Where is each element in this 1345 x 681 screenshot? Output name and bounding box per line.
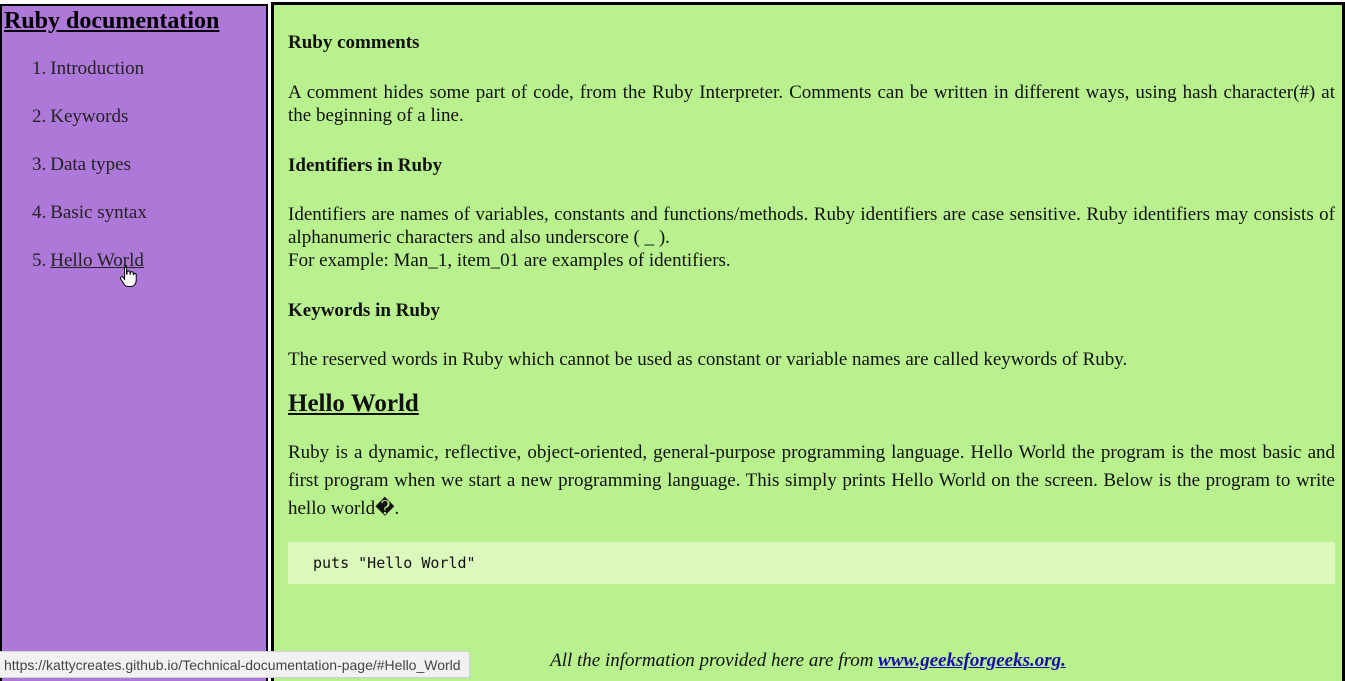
nav-link-data-types[interactable]: Data types <box>50 154 131 175</box>
nav-item-data-types[interactable]: 3. Data types <box>32 154 131 176</box>
identifiers-example: For example: Man_1, item_01 are examples… <box>288 250 731 271</box>
nav-link-basic-syntax[interactable]: Basic syntax <box>50 202 147 223</box>
link-preview-status-bar: https://kattycreates.github.io/Technical… <box>0 651 470 678</box>
page: Ruby documentation 1. Introduction 2. Keyw… <box>0 0 1345 681</box>
main-content[interactable]: Ruby comments A comment hides some part … <box>271 2 1345 681</box>
nav-item-basic-syntax[interactable]: 4. Basic syntax <box>32 202 147 224</box>
nav-item-number: 3. <box>32 154 47 175</box>
code-block: puts "Hello World" <box>288 542 1335 584</box>
nav-item-introduction[interactable]: 1. Introduction <box>32 58 144 80</box>
nav-item-number: 4. <box>32 202 47 223</box>
nav-item-number: 1. <box>32 58 47 79</box>
hand-pointer-icon <box>120 264 137 287</box>
nav-item-number: 5. <box>32 250 47 271</box>
footer-text: All the information provided here are fr… <box>550 650 879 671</box>
nav-item-keywords[interactable]: 2. Keywords <box>32 106 128 128</box>
section-heading-hello-world: Hello World <box>288 390 419 417</box>
section-heading-ruby-comments: Ruby comments <box>288 32 420 53</box>
section-heading-keywords: Keywords in Ruby <box>288 300 441 321</box>
code-snippet: puts "Hello World" <box>313 554 476 572</box>
identifiers-paragraph: Identifiers are names of variables, cons… <box>288 204 1335 248</box>
comments-paragraph: A comment hides some part of code, from … <box>288 82 1335 126</box>
nav-link-introduction[interactable]: Introduction <box>50 58 144 79</box>
nav-item-number: 2. <box>32 106 47 127</box>
nav-link-keywords[interactable]: Keywords <box>50 106 128 127</box>
hello-world-paragraph: Ruby is a dynamic, reflective, object-or… <box>288 442 1335 519</box>
sidebar-nav: Ruby documentation 1. Introduction 2. Keyw… <box>0 4 268 681</box>
keywords-paragraph: The reserved words in Ruby which cannot … <box>288 349 1128 370</box>
section-heading-identifiers: Identifiers in Ruby <box>288 155 443 176</box>
footer-link[interactable]: www.geeksforgeeks.org. <box>878 650 1066 671</box>
sidebar-title: Ruby documentation <box>4 8 220 34</box>
